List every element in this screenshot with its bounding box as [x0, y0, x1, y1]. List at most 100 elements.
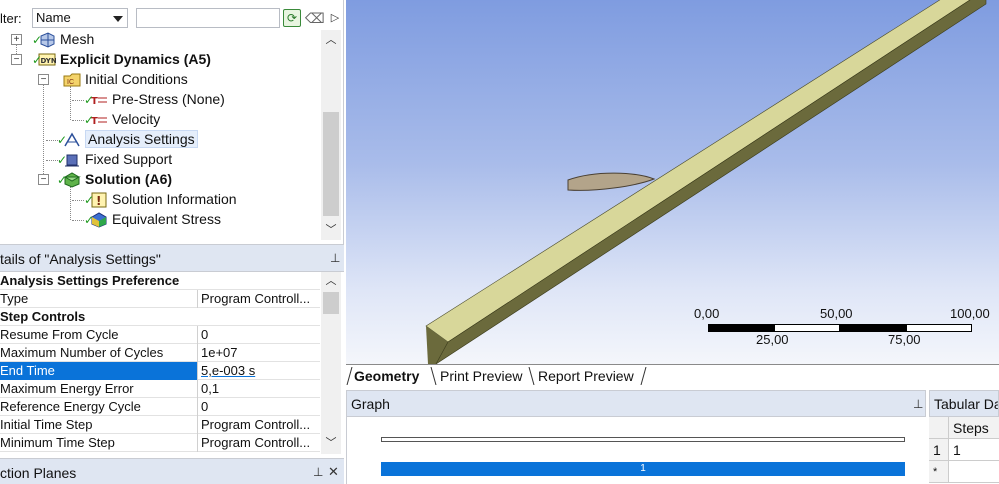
details-row[interactable]: Reference Energy Cycle 0	[0, 398, 320, 416]
details-row[interactable]: Type Program Controll...	[0, 290, 320, 308]
chevron-down-icon[interactable]: ﹀	[324, 223, 338, 237]
outline-tree-panel: lter: Name ⟳ ⌫ ▷ + ✓ Mesh − DYN ✓ Explic…	[0, 0, 344, 244]
scale-segment	[840, 324, 906, 332]
details-value[interactable]: 1e+07	[201, 344, 319, 362]
tree-item-pre-stress[interactable]: T ✓ Pre-Stress (None)	[84, 89, 225, 109]
section-planes-title: ction Planes	[0, 465, 77, 481]
tree-connector	[70, 186, 71, 220]
details-key: Maximum Number of Cycles	[0, 344, 198, 362]
details-value[interactable]: Program Controll...	[201, 434, 319, 452]
tree-item-label: Fixed Support	[85, 151, 173, 167]
table-cell-steps[interactable]	[949, 461, 999, 483]
solution-icon: ✓	[57, 172, 81, 188]
check-icon: ✓	[57, 173, 68, 188]
tree-item-label: Solution (A6)	[85, 171, 173, 187]
details-key: Maximum Energy Error	[0, 380, 198, 398]
chevron-up-icon[interactable]: ︿	[324, 274, 338, 288]
check-icon: ✓	[84, 193, 95, 208]
collapse-icon[interactable]: −	[38, 74, 49, 85]
graph-step-bar[interactable]: 1	[381, 462, 905, 476]
collapse-icon[interactable]: −	[38, 174, 49, 185]
tab-print-preview[interactable]: Print Preview	[436, 366, 526, 386]
equivalent-stress-icon: ✓	[84, 212, 108, 228]
close-icon[interactable]: ✕	[328, 464, 339, 480]
tree-item-mesh[interactable]: ✓ Mesh	[32, 29, 95, 49]
graphics-viewport[interactable]: 0,00 50,00 100,00 25,00 75,00	[346, 0, 999, 364]
tree-item-solution[interactable]: ✓ Solution (A6)	[57, 169, 173, 189]
graph-timeline-track[interactable]	[381, 437, 905, 442]
tab-geometry[interactable]: Geometry	[350, 366, 423, 386]
folder-icon: IC	[63, 72, 81, 88]
details-key: Initial Time Step	[0, 416, 198, 434]
chevron-down-icon[interactable]: ﹀	[324, 436, 338, 450]
filter-type-value: Name	[36, 10, 71, 25]
details-value[interactable]: Program Controll...	[201, 416, 319, 434]
scale-label: 50,00	[820, 306, 853, 321]
tree-item-explicit-dynamics[interactable]: DYN ✓ Explicit Dynamics (A5)	[32, 49, 211, 69]
details-row-selected[interactable]: End Time 5,e-003 s	[0, 362, 320, 380]
check-icon: ✓	[32, 53, 43, 68]
details-key: Type	[0, 290, 198, 308]
filter-search-input[interactable]	[136, 8, 280, 28]
pre-stress-icon: T ✓	[84, 92, 108, 108]
details-row[interactable]: Minimum Time Step Program Controll...	[0, 434, 320, 452]
pin-icon[interactable]: ⊥	[913, 397, 923, 411]
details-key: Resume From Cycle	[0, 326, 198, 344]
table-cell-steps[interactable]: 1	[949, 439, 999, 461]
details-row[interactable]: Initial Time Step Program Controll...	[0, 416, 320, 434]
tree-item-equivalent-stress[interactable]: ✓ Equivalent Stress	[84, 209, 221, 229]
tree-scrollbar[interactable]: ︿ ﹀	[321, 30, 341, 240]
details-value[interactable]: 0	[201, 326, 319, 344]
clear-filter-icon[interactable]: ⌫	[305, 9, 325, 27]
mechanical-window: lter: Name ⟳ ⌫ ▷ + ✓ Mesh − DYN ✓ Explic…	[0, 0, 999, 484]
tree-item-initial-conditions[interactable]: IC Initial Conditions	[63, 69, 188, 89]
details-row[interactable]: Maximum Energy Error 0,1	[0, 380, 320, 398]
filter-type-select[interactable]: Name	[32, 8, 128, 28]
tree-connector	[43, 84, 44, 184]
graph-panel[interactable]: 1	[346, 417, 926, 484]
details-scrollbar[interactable]: ︿ ﹀	[321, 272, 341, 454]
expand-filter-icon[interactable]: ▷	[328, 9, 342, 27]
details-value[interactable]: Program Controll...	[201, 290, 319, 308]
scale-segment	[774, 324, 840, 332]
check-icon: ✓	[57, 133, 68, 148]
details-key: Reference Energy Cycle	[0, 398, 198, 416]
details-row[interactable]: Resume From Cycle 0	[0, 326, 320, 344]
tree-item-analysis-settings[interactable]: ✓ Analysis Settings	[57, 129, 198, 149]
scrollbar-thumb[interactable]	[323, 112, 339, 216]
tab-divider	[640, 367, 647, 385]
pin-icon[interactable]: ⊥	[313, 465, 323, 479]
tabular-data-table: Steps 1 1 *	[929, 417, 999, 484]
svg-text:DYN: DYN	[41, 57, 57, 65]
chevron-up-icon[interactable]: ︿	[324, 33, 338, 47]
details-value[interactable]: 0	[201, 398, 319, 416]
tree-item-velocity[interactable]: T ✓ Velocity	[84, 109, 160, 129]
refresh-icon[interactable]: ⟳	[283, 9, 301, 27]
tree-connector	[72, 220, 84, 221]
expand-icon[interactable]: +	[11, 34, 22, 45]
table-header-steps[interactable]: Steps	[949, 417, 999, 439]
details-value[interactable]: 0,1	[201, 380, 319, 398]
tree-item-label: Mesh	[60, 31, 95, 47]
collapse-icon[interactable]: −	[11, 54, 22, 65]
tree-item-label: Initial Conditions	[85, 71, 188, 87]
filter-bar: lter: Name ⟳ ⌫ ▷	[0, 6, 344, 30]
tab-report-preview[interactable]: Report Preview	[534, 366, 638, 386]
tree-connector	[72, 200, 84, 201]
check-icon: ✓	[32, 33, 43, 48]
tree-item-label: Equivalent Stress	[112, 211, 221, 227]
scrollbar-thumb[interactable]	[323, 292, 339, 314]
projectile-body[interactable]	[567, 172, 656, 191]
details-row[interactable]: Maximum Number of Cycles 1e+07	[0, 344, 320, 362]
details-section-row[interactable]: Step Controls	[0, 308, 320, 326]
tree-item-label: Explicit Dynamics (A5)	[60, 51, 211, 67]
tree-item-fixed-support[interactable]: ✓ Fixed Support	[57, 149, 173, 169]
tree-connector	[72, 100, 84, 101]
table-corner	[929, 417, 949, 439]
end-time-input[interactable]: 5,e-003 s	[201, 362, 319, 380]
pin-icon[interactable]: ⊥	[330, 251, 340, 265]
tree-item-solution-information[interactable]: ! ✓ Solution Information	[84, 189, 237, 209]
graph-panel-header: Graph ⊥	[346, 390, 926, 417]
details-section-row[interactable]: Analysis Settings Preference	[0, 272, 320, 290]
tree-item-label: Pre-Stress (None)	[112, 91, 225, 107]
